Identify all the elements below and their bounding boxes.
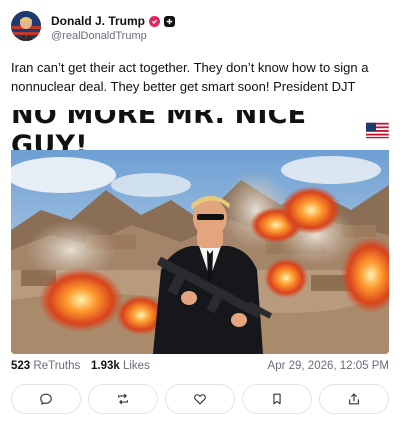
user-handle[interactable]: @realDonaldTrump <box>51 30 147 42</box>
post-header: Donald J. Trump @realDonaldTrump <box>11 10 381 44</box>
display-name[interactable]: Donald J. Trump <box>51 14 145 28</box>
post-timestamp[interactable]: Apr 29, 2026, 12:05 PM <box>268 360 389 372</box>
name-row: Donald J. Trump <box>51 14 176 28</box>
likes-stat[interactable]: 1.93k Likes <box>91 360 150 372</box>
battle-scene-illustration <box>11 150 389 354</box>
truth-social-badge-icon <box>164 15 176 27</box>
avatar[interactable] <box>11 11 41 41</box>
post-image[interactable]: NO MORE MR. NICE GUY! <box>11 110 389 354</box>
share-icon <box>349 393 359 405</box>
retruths-count: 523 <box>11 360 31 372</box>
action-bar <box>11 384 389 414</box>
truth-post: Donald J. Trump @realDonaldTrump Iran ca… <box>0 0 400 448</box>
retruths-stat[interactable]: 523 ReTruths <box>11 360 80 372</box>
likes-label: Likes <box>122 360 150 372</box>
us-flag-icon <box>366 122 389 138</box>
heart-icon <box>194 394 206 405</box>
reply-button[interactable] <box>11 384 81 414</box>
retruths-label: ReTruths <box>33 360 81 372</box>
reply-icon <box>40 393 52 405</box>
post-text: Iran can’t get their act together. They … <box>11 60 369 94</box>
image-headline: NO MORE MR. NICE GUY! <box>11 110 389 161</box>
likes-count: 1.93k <box>91 360 120 372</box>
verified-badge-icon <box>149 15 161 27</box>
like-button[interactable] <box>165 384 235 414</box>
bookmark-button[interactable] <box>242 384 312 414</box>
retruth-button[interactable] <box>88 384 158 414</box>
post-stats: 523 ReTruths 1.93k Likes Apr 29, 2026, 1… <box>11 360 389 376</box>
bookmark-icon <box>273 393 281 405</box>
retruth-icon <box>118 393 128 405</box>
share-button[interactable] <box>319 384 389 414</box>
